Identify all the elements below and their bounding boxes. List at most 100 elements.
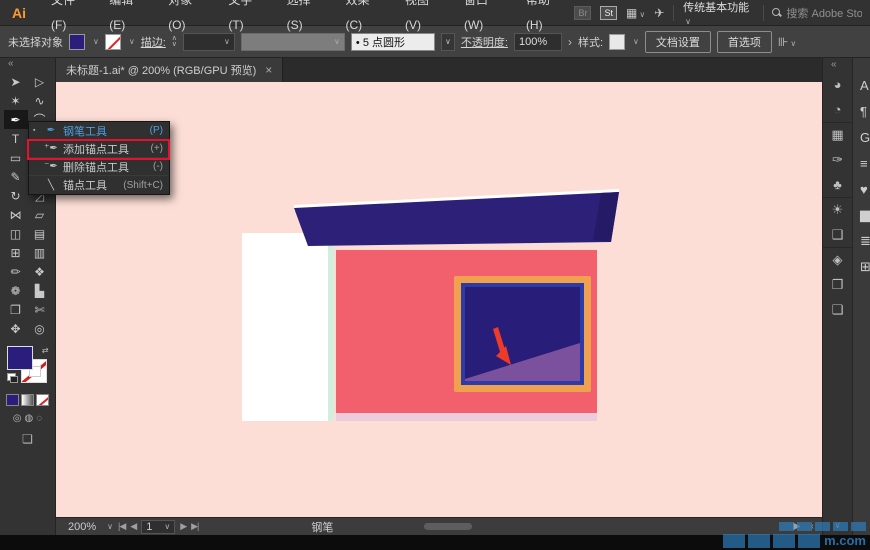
free-transform-tool[interactable]: ▱	[28, 205, 52, 224]
color-guide-panel-icon[interactable]: ◔	[823, 97, 852, 122]
opacity-more-button[interactable]: ›	[568, 35, 572, 49]
stroke-chevron-icon[interactable]: ∨	[129, 37, 135, 46]
mesh-tool[interactable]: ⊞	[4, 243, 28, 262]
gradient-tool[interactable]: ▥	[28, 243, 52, 262]
partial-panel-icon-c[interactable]: G	[853, 124, 870, 150]
color-panel-icon[interactable]: ◕	[823, 72, 852, 97]
stroke-weight-label[interactable]: 描边:	[141, 34, 166, 50]
zoom-chevron-icon[interactable]: ∨	[107, 522, 113, 531]
blend-tool[interactable]: ❖	[28, 262, 52, 281]
zoom-level-value[interactable]: 200%	[64, 520, 100, 534]
style-swatch[interactable]	[609, 33, 626, 50]
next-artboard-icon[interactable]: ▶	[180, 521, 187, 532]
drawing-mode-button[interactable]: ◍	[25, 413, 34, 424]
canvas[interactable]	[56, 82, 822, 517]
tab-close-icon[interactable]: ×	[265, 63, 272, 77]
drawing-mode-button[interactable]: ◎	[13, 413, 22, 424]
stroke-weight-select[interactable]: ∨	[182, 32, 235, 51]
fill-color-swatch[interactable]	[69, 33, 85, 50]
dock-more-icon[interactable]: ∨	[834, 520, 841, 531]
partial-panel-icon-e[interactable]: ♥	[853, 176, 870, 202]
flyout-add-anchor-tool[interactable]: ⁺✒ 添加锚点工具 (+)	[29, 140, 169, 158]
partial-panel-icon-f[interactable]: ▆	[853, 202, 870, 228]
magic-wand-tool[interactable]: ✶	[4, 91, 28, 110]
fill-chevron-icon[interactable]: ∨	[93, 37, 99, 46]
house-door-edge-shape[interactable]	[328, 233, 334, 421]
direct-selection-tool[interactable]: ▷	[28, 72, 52, 91]
artboards-panel-icon[interactable]: ❒	[823, 272, 852, 297]
partial-panel-icon-h[interactable]: ⊞	[853, 254, 870, 280]
house-door-shape[interactable]	[242, 233, 330, 421]
flyout-anchor-tool[interactable]: ╲ 锚点工具 (Shift+C)	[29, 176, 169, 194]
pen-tool[interactable]: ✒	[3, 110, 28, 129]
partial-panel-icon-a[interactable]: A	[853, 72, 870, 98]
bridge-button[interactable]: Br	[574, 5, 592, 20]
width-profile-select[interactable]: ∨	[240, 32, 345, 51]
lasso-tool[interactable]: ∿	[28, 91, 52, 110]
default-fill-stroke-icon[interactable]	[6, 373, 18, 383]
opacity-input[interactable]: 100%	[513, 32, 562, 51]
tools-collapse-icon[interactable]: «	[0, 59, 14, 71]
width-tool[interactable]: ⋈	[4, 205, 28, 224]
eyedropper-tool[interactable]: ✏	[4, 262, 28, 281]
menu-file[interactable]: 文件(F)	[40, 0, 98, 38]
stock-button[interactable]: St	[600, 5, 617, 20]
shape-builder-tool[interactable]: ◫	[4, 224, 28, 243]
opacity-label[interactable]: 不透明度:	[461, 34, 508, 50]
rectangle-tool[interactable]: ▭	[4, 148, 28, 167]
color-button[interactable]	[6, 394, 19, 406]
partial-panel-icon-d[interactable]: ≡	[853, 150, 870, 176]
preferences-button[interactable]: 首选项	[716, 30, 772, 53]
partial-panel-icon-b[interactable]: ¶	[853, 98, 870, 124]
menu-window[interactable]: 窗口(W)	[453, 0, 515, 38]
swap-fill-stroke-icon[interactable]: ⇄	[42, 346, 49, 355]
style-chevron-icon[interactable]: ∨	[633, 37, 639, 46]
stroke-weight-stepper[interactable]: ∧ ∨	[172, 35, 177, 48]
brush-chevron-button[interactable]: ∨	[440, 32, 455, 51]
house-wall-shadow-shape[interactable]	[336, 413, 597, 421]
prev-artboard-icon[interactable]: ◀	[130, 521, 137, 532]
hand-tool[interactable]: ✥	[4, 319, 28, 338]
asset-export-panel-icon[interactable]: ❏	[823, 297, 852, 322]
graph-tool[interactable]: ▙	[28, 281, 52, 300]
slice-tool[interactable]: ✄	[28, 300, 52, 319]
zoom-tool[interactable]: ◎	[28, 319, 52, 338]
swatches-panel-icon[interactable]: ▦	[823, 122, 852, 147]
flyout-delete-anchor-tool[interactable]: ⁻✒ 删除锚点工具 (-)	[29, 158, 169, 176]
none-button[interactable]	[36, 394, 49, 406]
perspective-grid-tool[interactable]: ▤	[28, 224, 52, 243]
fill-proxy-swatch[interactable]	[6, 346, 33, 370]
brush-definition-select[interactable]: • 5 点圆形	[350, 32, 435, 51]
document-setup-button[interactable]: 文档设置	[644, 30, 711, 53]
selection-tool[interactable]: ➤	[4, 72, 28, 91]
flyout-pen-tool[interactable]: ▪ ✒ 钢笔工具 (P)	[29, 122, 169, 140]
menu-edit[interactable]: 编辑(E)	[98, 0, 157, 38]
screen-mode-button[interactable]: ❏	[22, 432, 33, 446]
share-icon[interactable]: ✈	[654, 6, 664, 20]
first-artboard-icon[interactable]: |◀	[118, 521, 126, 532]
graphic-styles-panel-icon[interactable]: ❑	[823, 222, 852, 247]
scroll-left-icon[interactable]: ‹	[811, 521, 814, 532]
symbols-panel-icon[interactable]: ♣	[823, 172, 852, 197]
appearance-panel-icon[interactable]: ☀	[823, 197, 852, 222]
type-tool[interactable]: T	[4, 129, 28, 148]
last-artboard-icon[interactable]: ▶|	[191, 521, 199, 532]
partial-panel-icon-g[interactable]: ≣	[853, 228, 870, 254]
artboard-navigation-select[interactable]: 1 ∨	[141, 519, 176, 534]
arrange-documents-icon[interactable]: ▦ ∨	[626, 6, 645, 20]
stock-search-input[interactable]: 搜索 Adobe Stoc	[772, 5, 862, 21]
rotate-tool[interactable]: ↻	[4, 186, 28, 205]
stroke-color-swatch[interactable]	[104, 33, 121, 50]
gradient-button[interactable]	[21, 394, 34, 406]
align-options-icon[interactable]: ⊪ ∨	[778, 35, 796, 49]
dock-collapse-icon[interactable]: «	[823, 60, 837, 72]
status-play-icon[interactable]: ▶	[793, 521, 801, 532]
layers-panel-icon[interactable]: ◈	[823, 247, 852, 272]
symbol-sprayer-tool[interactable]: ❁	[4, 281, 28, 300]
pencil-tool[interactable]: ✎	[4, 167, 28, 186]
brushes-panel-icon[interactable]: ✑	[823, 147, 852, 172]
drawing-mode-button[interactable]: ◌	[36, 413, 42, 424]
artboard-tool[interactable]: ❐	[4, 300, 28, 319]
workspace-switcher[interactable]: 传统基本功能 ∨	[683, 0, 753, 27]
horizontal-scrollbar-thumb[interactable]	[424, 523, 473, 530]
